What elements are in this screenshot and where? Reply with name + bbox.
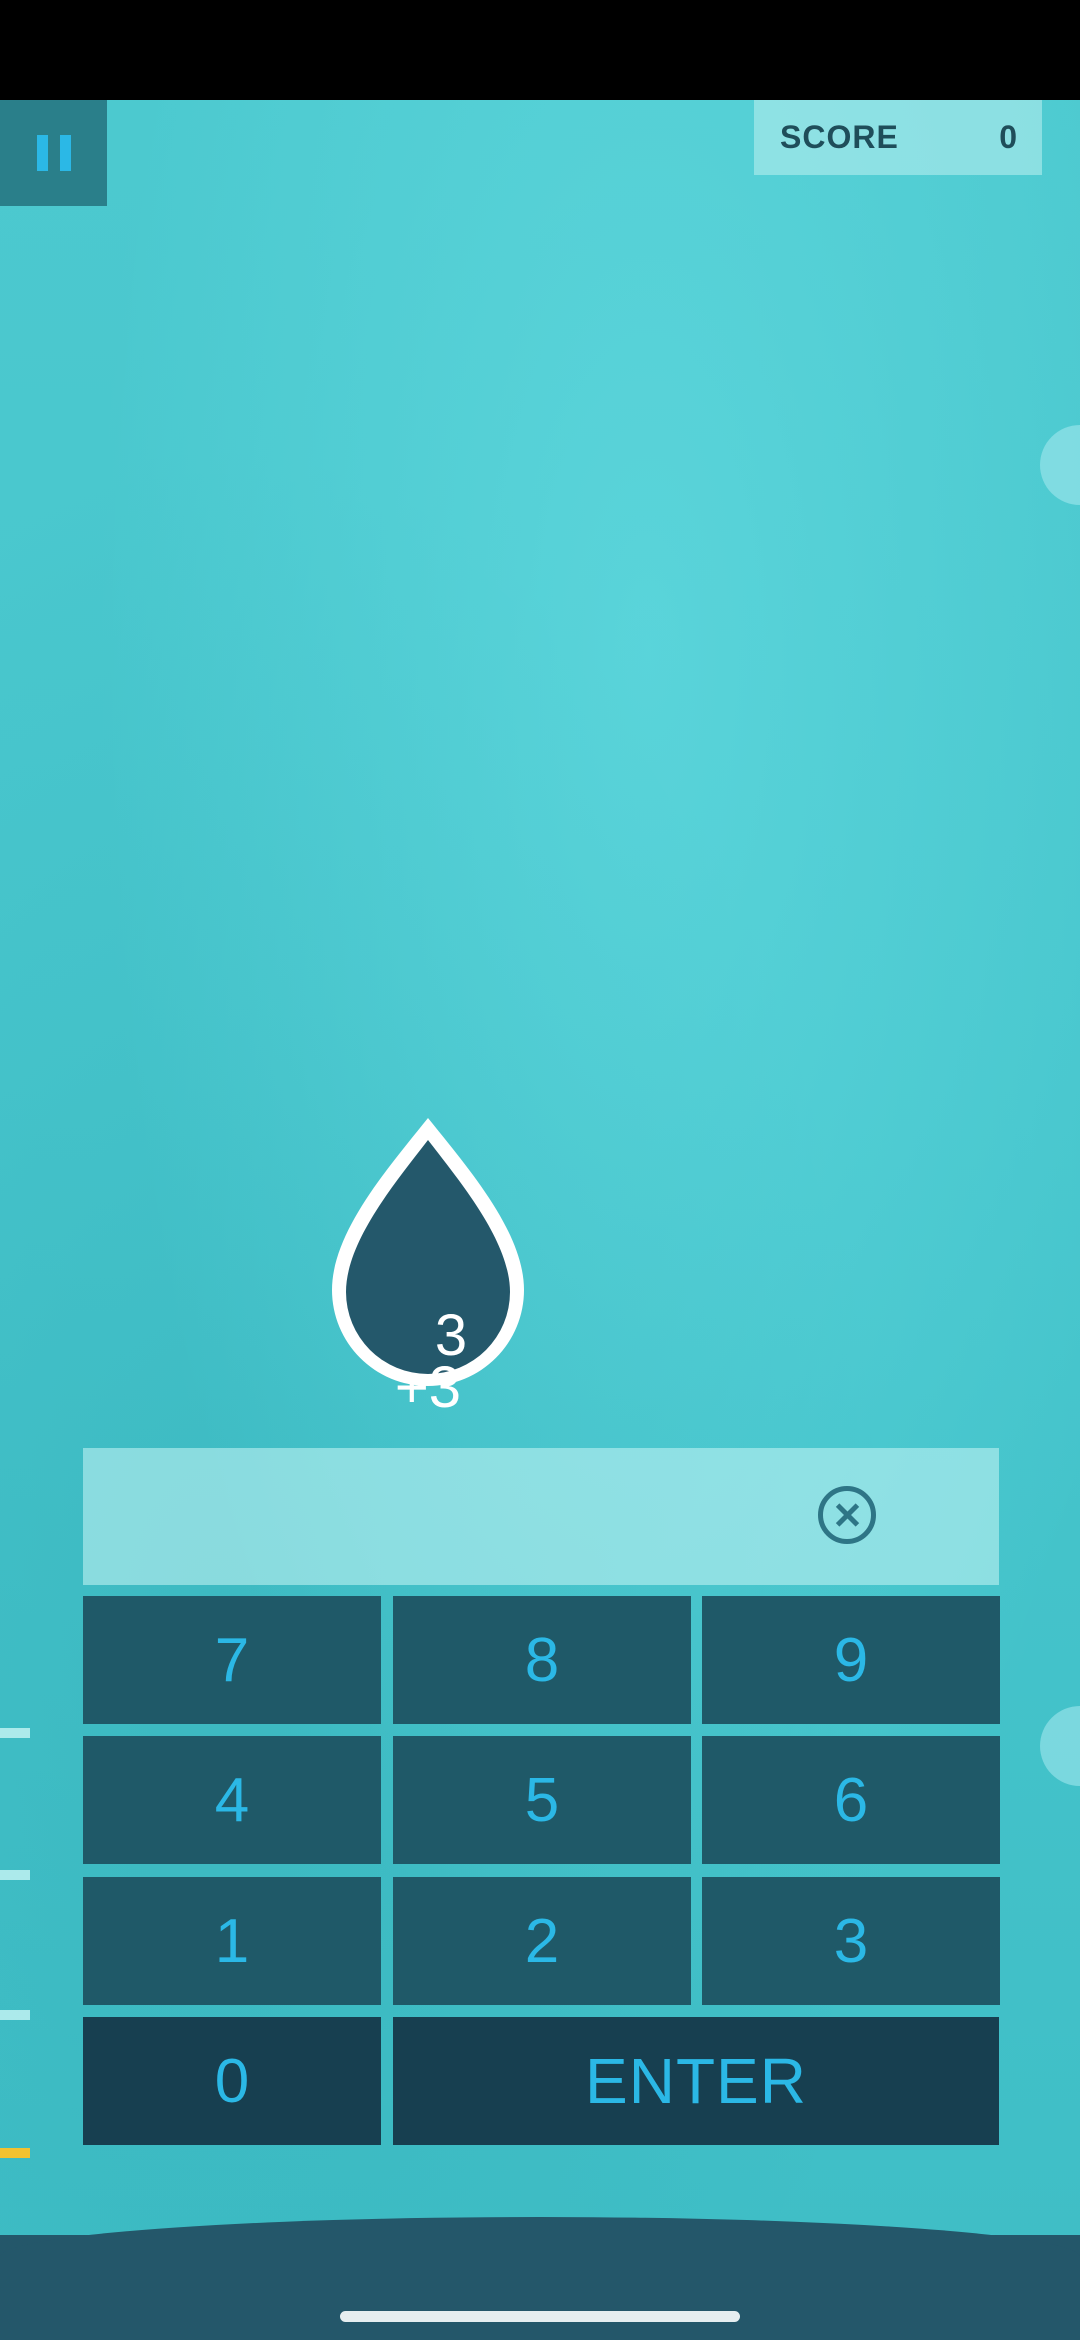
rising-drop-edge	[1040, 1706, 1080, 1786]
key-0[interactable]: 0	[83, 2017, 381, 2145]
key-2[interactable]: 2	[393, 1877, 691, 2005]
score-value: 0	[999, 119, 1018, 155]
navigation-bar	[0, 2295, 1080, 2340]
enter-button[interactable]: ENTER	[393, 2017, 999, 2145]
key-9[interactable]: 9	[702, 1596, 1000, 1724]
answer-field[interactable]	[83, 1448, 999, 1585]
key-7[interactable]: 7	[83, 1596, 381, 1724]
score-display: SCORE 0	[754, 100, 1042, 175]
pause-button[interactable]	[0, 100, 107, 206]
status-bar	[0, 0, 1080, 100]
water-level-marker	[0, 1870, 30, 1880]
key-5[interactable]: 5	[393, 1736, 691, 1864]
score-label: SCORE	[780, 119, 899, 155]
home-indicator[interactable]	[340, 2311, 740, 2322]
key-4[interactable]: 4	[83, 1736, 381, 1864]
clear-button[interactable]	[818, 1486, 876, 1544]
close-circle-icon	[835, 1503, 859, 1527]
falling-drop: 3 +3	[326, 1112, 530, 1417]
pause-icon	[36, 135, 71, 171]
rising-drop-edge	[1040, 425, 1080, 505]
water-level-marker	[0, 1728, 30, 1738]
water-level-marker	[0, 2010, 30, 2020]
key-6[interactable]: 6	[702, 1736, 1000, 1864]
key-3[interactable]: 3	[702, 1877, 1000, 2005]
water-level-marker-active	[0, 2148, 30, 2158]
drop-bottom-number: +3	[394, 1355, 462, 1420]
key-1[interactable]: 1	[83, 1877, 381, 2005]
key-8[interactable]: 8	[393, 1596, 691, 1724]
drop-problem: 3 +3	[326, 1112, 530, 1417]
water-level	[0, 2217, 1080, 2295]
